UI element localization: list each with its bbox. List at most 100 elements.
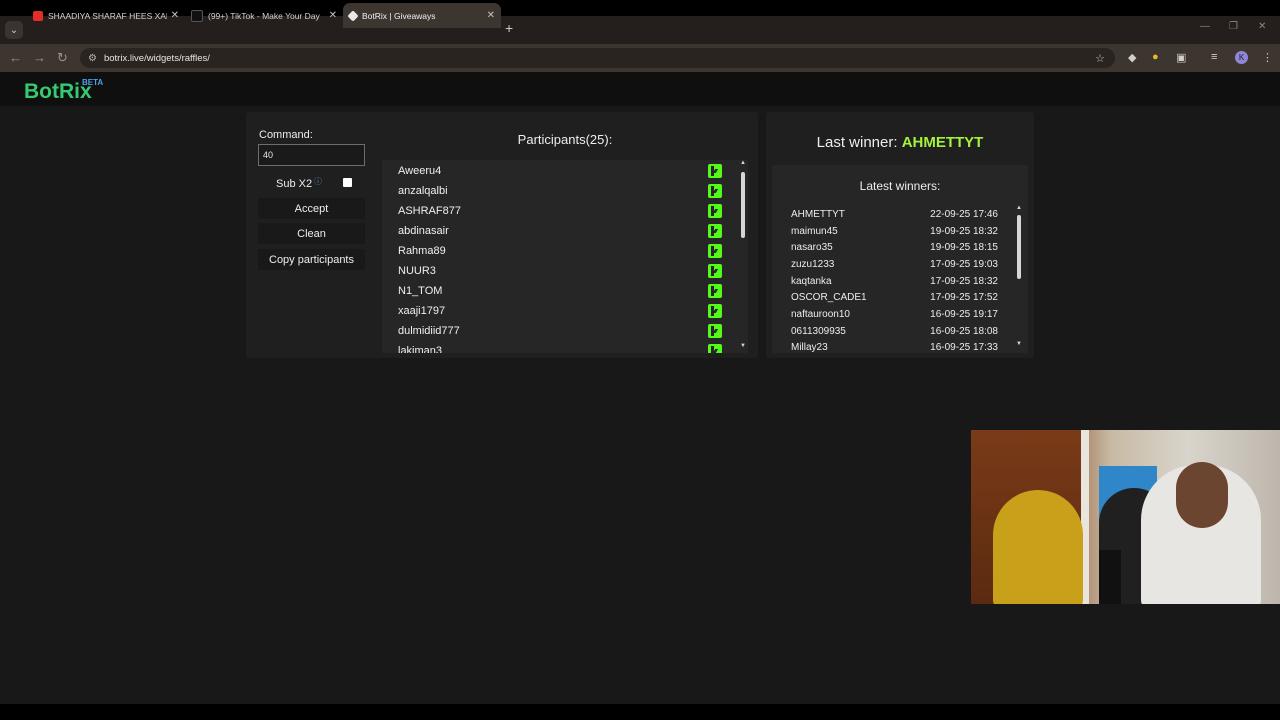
close-icon[interactable]: ✕ [171,10,179,21]
list-item[interactable]: Aweeru4 [398,161,728,181]
winner-date: 16-09-25 18:08 [930,326,998,337]
winner-name: AHMETTYT [791,209,845,220]
winner-date: 19-09-25 18:32 [930,226,998,237]
sub-x2-checkbox[interactable] [343,178,352,187]
list-item[interactable]: xaaji1797 [398,301,728,321]
restore-icon[interactable]: ❐ [1229,21,1238,32]
list-item[interactable]: lakiman3 [398,341,728,353]
forward-icon[interactable]: → [33,50,46,65]
menu-kebab-icon[interactable]: ⋮ [1262,51,1273,64]
participants-list[interactable]: Aweeru4 anzalqalbi ASHRAF877 abdinasair … [382,160,748,353]
list-item[interactable]: NUUR3 [398,261,728,281]
info-icon[interactable]: ⓘ [314,176,322,187]
close-icon[interactable]: ✕ [329,10,337,21]
site-info-icon[interactable]: ⚙ [88,53,97,64]
webcam-person [993,490,1083,604]
scroll-down-icon[interactable]: ▼ [1015,341,1023,347]
winner-date: 16-09-25 17:33 [930,342,998,352]
kick-icon [708,204,722,218]
winner-row: 0611309935 16-09-25 18:08 [791,324,1001,340]
tab-title: (99+) TikTok - Make Your Day [208,10,320,21]
participant-name: abdinasair [398,225,449,237]
winner-date: 22-09-25 17:46 [930,209,998,220]
close-icon[interactable]: ✕ [487,10,495,21]
participants-scrollbar[interactable]: ▲ ▼ [739,160,747,353]
latest-winners-title: Latest winners: [859,179,941,193]
address-bar[interactable]: ⚙ botrix.live/widgets/raffles/ ☆ [80,48,1115,68]
winners-scrollbar[interactable]: ▲ ▼ [1015,205,1023,351]
winner-row: naftauroon10 16-09-25 19:17 [791,307,1001,323]
winner-name: maimun45 [791,226,838,237]
participant-name: Rahma89 [398,245,446,257]
winner-date: 19-09-25 18:15 [930,242,998,253]
kick-icon [708,304,722,318]
winner-row: zuzu1233 17-09-25 19:03 [791,257,1001,273]
list-item[interactable]: dulmidiid777 [398,321,728,341]
participants-title: Participants(25): [517,132,613,147]
list-item[interactable]: Rahma89 [398,241,728,261]
tab-tiktok[interactable]: (99+) TikTok - Make Your Day ✕ [185,3,343,28]
command-input[interactable] [258,144,365,166]
participant-name: xaaji1797 [398,305,446,317]
extensions-puzzle-icon[interactable]: ▣ [1176,51,1186,64]
youtube-icon [33,10,43,21]
accept-button[interactable]: Accept [258,198,365,219]
botrix-icon [347,9,359,22]
bookmark-star-icon[interactable]: ☆ [1095,52,1105,65]
scroll-down-icon[interactable]: ▼ [739,343,747,349]
participant-name: Aweeru4 [398,165,442,177]
extension-coin-icon[interactable]: ● [1152,51,1159,63]
tab-search-icon[interactable]: ⌄ [5,21,23,39]
tab-title: BotRix | Giveaways [362,10,436,21]
winner-row: nasaro35 19-09-25 18:15 [791,240,1001,256]
winner-date: 17-09-25 19:03 [930,259,998,270]
scroll-thumb[interactable] [741,172,745,238]
extension-diamond-icon[interactable]: ◆ [1128,51,1136,64]
clean-button[interactable]: Clean [258,223,365,244]
close-window-icon[interactable]: ✕ [1258,21,1266,32]
list-item[interactable]: anzalqalbi [398,181,728,201]
kick-icon [708,284,722,298]
tab-title: SHAADIYA SHARAF HEES XAMAR [48,10,167,21]
last-winner-title: Last winner: AHMETTYT [766,134,1034,151]
reload-icon[interactable]: ↻ [57,50,68,66]
list-item[interactable]: abdinasair [398,221,728,241]
webcam-overlay [971,430,1280,604]
last-winner-label: Last winner: [816,134,898,151]
list-item[interactable]: N1_TOM [398,281,728,301]
back-icon[interactable]: ← [9,50,22,65]
copy-participants-button[interactable]: Copy participants [258,249,365,270]
winner-name: Millay23 [791,342,828,352]
sub-x2-label: Sub X2 [276,178,313,190]
winner-name: 0611309935 [791,326,846,337]
winner-name: zuzu1233 [791,259,835,270]
profile-avatar[interactable]: K [1235,51,1248,64]
kick-icon [708,244,722,258]
kick-icon [708,184,722,198]
beta-badge: BETA [82,78,104,87]
winner-date: 17-09-25 18:32 [930,276,998,287]
kick-icon [708,224,722,238]
tab-botrix[interactable]: BotRix | Giveaways ✕ [343,3,501,28]
scroll-up-icon[interactable]: ▲ [739,160,747,166]
participant-name: dulmidiid777 [398,325,460,337]
participant-name: NUUR3 [398,265,436,277]
winner-name: OSCOR_CADE1 [791,292,867,303]
media-controls-icon[interactable]: ≡ [1211,51,1217,63]
last-winner-name: AHMETTYT [901,134,984,151]
new-tab-icon[interactable]: + [505,20,513,36]
participant-name: N1_TOM [398,285,443,297]
participant-name: ASHRAF877 [398,205,461,217]
scroll-up-icon[interactable]: ▲ [1015,205,1023,211]
kick-icon [708,324,722,338]
winner-name: kaqtanka [791,276,832,287]
tab-youtube[interactable]: SHAADIYA SHARAF HEES XAMAR ✕ [27,3,185,28]
command-label: Command: [259,129,313,141]
minimize-icon[interactable]: — [1200,21,1210,32]
list-item[interactable]: ASHRAF877 [398,201,728,221]
scroll-thumb[interactable] [1017,215,1021,279]
participant-name: anzalqalbi [398,185,448,197]
winner-row: OSCOR_CADE1 17-09-25 17:52 [791,290,1001,306]
kick-icon [708,344,722,353]
url-text: botrix.live/widgets/raffles/ [103,52,210,64]
